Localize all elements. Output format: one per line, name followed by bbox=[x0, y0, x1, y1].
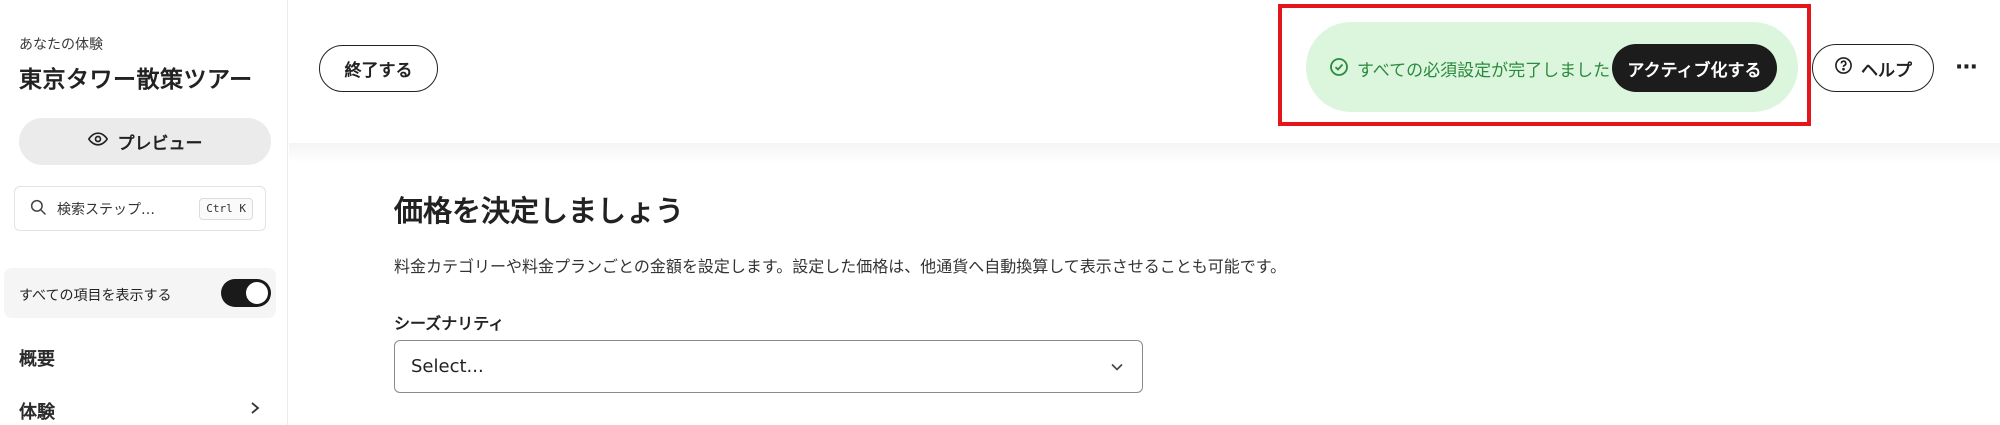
sidebar-item-overview[interactable]: 概要 bbox=[19, 345, 55, 371]
preview-label: プレビュー bbox=[117, 134, 203, 153]
preview-button[interactable]: プレビュー bbox=[19, 118, 271, 165]
app-window: あなたの体験 東京タワー散策ツアー プレビュー 検索ステップ… Ctrl K す… bbox=[0, 0, 2000, 425]
question-circle-icon bbox=[1834, 56, 1853, 80]
activate-button[interactable]: アクティブ化する bbox=[1612, 44, 1777, 92]
sidebar: あなたの体験 東京タワー散策ツアー プレビュー 検索ステップ… Ctrl K す… bbox=[0, 0, 288, 425]
search-input[interactable]: 検索ステップ… Ctrl K bbox=[14, 186, 266, 231]
sidebar-item-experience[interactable]: 体験 bbox=[19, 398, 55, 424]
seasonality-value: Select... bbox=[411, 356, 484, 377]
sidebar-subtitle: あなたの体験 bbox=[19, 37, 103, 53]
toggle-knob bbox=[246, 282, 268, 304]
search-icon bbox=[29, 198, 47, 220]
more-options-icon[interactable]: ⋯ bbox=[1950, 52, 1984, 82]
seasonality-label: シーズナリティ bbox=[394, 314, 505, 333]
chevron-down-icon bbox=[1111, 363, 1123, 371]
exit-button[interactable]: 終了する bbox=[319, 45, 438, 92]
help-button[interactable]: ヘルプ bbox=[1812, 44, 1934, 92]
page-title: 価格を決定しましょう bbox=[394, 194, 685, 228]
show-all-label: すべての項目を表示する bbox=[19, 288, 172, 304]
search-shortcut: Ctrl K bbox=[199, 198, 253, 220]
eye-icon bbox=[87, 129, 108, 154]
chevron-right-icon[interactable] bbox=[248, 400, 262, 414]
page-description: 料金カテゴリーや料金プランごとの金額を設定します。設定した価格は、他通貨へ自動換… bbox=[394, 257, 1287, 276]
check-circle-icon bbox=[1329, 57, 1349, 77]
experience-title: 東京タワー散策ツアー bbox=[19, 67, 253, 93]
status-text: すべての必須設定が完了しました bbox=[1357, 61, 1611, 81]
help-label: ヘルプ bbox=[1861, 60, 1912, 80]
seasonality-select[interactable]: Select... bbox=[394, 340, 1143, 393]
header-shadow bbox=[289, 143, 2000, 163]
show-all-toggle[interactable] bbox=[221, 279, 271, 307]
search-placeholder: 検索ステップ… bbox=[57, 201, 155, 218]
